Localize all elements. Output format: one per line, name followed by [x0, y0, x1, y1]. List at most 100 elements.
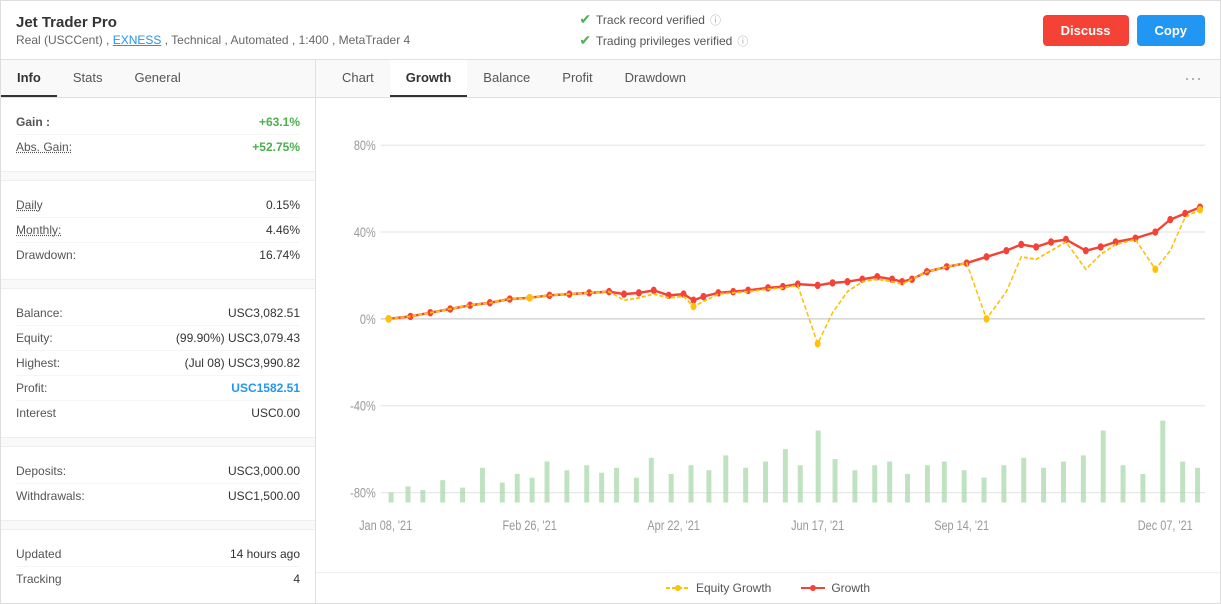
check-icon-2: ✔: [579, 32, 591, 49]
growth-chart: .grid-line { stroke: #e8e8e8; stroke-wid…: [331, 108, 1205, 567]
app-subtitle: Real (USCCent) , EXNESS , Technical , Au…: [16, 33, 479, 47]
withdrawals-value: USC1,500.00: [228, 489, 300, 503]
tab-growth[interactable]: Growth: [390, 60, 468, 97]
tab-chart[interactable]: Chart: [326, 60, 390, 97]
legend-growth: Growth: [801, 581, 870, 595]
right-panel: Chart Growth Balance Profit Drawdown ···…: [316, 60, 1220, 603]
tab-profit[interactable]: Profit: [546, 60, 608, 97]
monthly-label: Monthly:: [16, 223, 61, 237]
abs-gain-row: Abs. Gain: +52.75%: [16, 135, 300, 159]
drawdown-value: 16.74%: [259, 248, 300, 262]
balance-label: Balance:: [16, 306, 63, 320]
interest-row: Interest USC0.00: [16, 401, 300, 425]
withdrawals-row: Withdrawals: USC1,500.00: [16, 484, 300, 508]
svg-text:Jun 17, '21: Jun 17, '21: [791, 518, 844, 533]
left-panel: Info Stats General Gain : +63.1% Abs. Ga…: [1, 60, 316, 603]
abs-gain-label: Abs. Gain:: [16, 140, 72, 154]
tab-info[interactable]: Info: [1, 60, 57, 97]
tab-drawdown[interactable]: Drawdown: [609, 60, 702, 97]
profit-bars: [389, 421, 1200, 503]
highest-row: Highest: (Jul 08) USC3,990.82: [16, 351, 300, 376]
monthly-row: Monthly: 4.46%: [16, 218, 300, 243]
equity-value: (99.90%) USC3,079.43: [176, 331, 300, 345]
divider-2: [1, 279, 315, 289]
app-title: Jet Trader Pro: [16, 14, 479, 31]
growth-legend-label: Growth: [831, 581, 870, 595]
svg-text:0%: 0%: [360, 312, 376, 327]
info-tabs: Info Stats General: [1, 60, 315, 98]
updated-label: Updated: [16, 547, 61, 561]
track-record-text: Track record verified: [596, 13, 705, 27]
drawdown-row: Drawdown: 16.74%: [16, 243, 300, 267]
svg-text:Feb 26, '21: Feb 26, '21: [502, 518, 556, 533]
divider-3: [1, 437, 315, 447]
updated-value: 14 hours ago: [230, 547, 300, 561]
gain-label: Gain :: [16, 115, 50, 129]
stats-section-5: Updated 14 hours ago Tracking 4: [1, 530, 315, 603]
svg-text:40%: 40%: [354, 225, 376, 240]
growth-legend-icon: [801, 583, 825, 593]
tab-general[interactable]: General: [118, 60, 196, 97]
profit-label: Profit:: [16, 381, 47, 395]
check-icon-1: ✔: [579, 11, 591, 28]
main-container: Jet Trader Pro Real (USCCent) , EXNESS ,…: [0, 0, 1221, 604]
info-icon-1[interactable]: ⓘ: [710, 12, 721, 28]
daily-value: 0.15%: [266, 198, 300, 212]
divider-1: [1, 171, 315, 181]
svg-text:Sep 14, '21: Sep 14, '21: [934, 518, 989, 533]
divider-4: [1, 520, 315, 530]
highest-value: (Jul 08) USC3,990.82: [185, 356, 300, 370]
gain-row: Gain : +63.1%: [16, 110, 300, 135]
verification-badges: ✔ Track record verified ⓘ ✔ Trading priv…: [479, 11, 1042, 49]
info-icon-2[interactable]: ⓘ: [737, 33, 748, 49]
gain-value: +63.1%: [259, 115, 300, 129]
main-content: Info Stats General Gain : +63.1% Abs. Ga…: [1, 60, 1220, 603]
tab-balance[interactable]: Balance: [467, 60, 546, 97]
tracking-row: Tracking 4: [16, 567, 300, 591]
tracking-value: 4: [293, 572, 300, 586]
discuss-button[interactable]: Discuss: [1043, 15, 1129, 46]
interest-value: USC0.00: [251, 406, 300, 420]
equity-legend-label: Equity Growth: [696, 581, 771, 595]
more-options-icon[interactable]: ···: [1176, 63, 1210, 94]
svg-text:-80%: -80%: [350, 485, 376, 500]
svg-text:Jan 08, '21: Jan 08, '21: [359, 518, 412, 533]
legend-equity-growth: Equity Growth: [666, 581, 771, 595]
equity-line: [389, 210, 1200, 344]
exness-link[interactable]: EXNESS: [113, 33, 162, 47]
chart-tabs: Chart Growth Balance Profit Drawdown ···: [316, 60, 1220, 98]
stats-section-3: Balance: USC3,082.51 Equity: (99.90%) US…: [1, 289, 315, 437]
stats-section-2: Daily 0.15% Monthly: 4.46% Drawdown: 16.…: [1, 181, 315, 279]
header: Jet Trader Pro Real (USCCent) , EXNESS ,…: [1, 1, 1220, 60]
monthly-value: 4.46%: [266, 223, 300, 237]
chart-legend: Equity Growth Growth: [316, 572, 1220, 603]
svg-text:-40%: -40%: [350, 399, 376, 414]
svg-text:80%: 80%: [354, 138, 376, 153]
svg-text:Dec 07, '21: Dec 07, '21: [1138, 518, 1193, 533]
equity-label: Equity:: [16, 331, 53, 345]
interest-label: Interest: [16, 406, 56, 420]
profit-row: Profit: USC1582.51: [16, 376, 300, 401]
equity-row: Equity: (99.90%) USC3,079.43: [16, 326, 300, 351]
header-left: Jet Trader Pro Real (USCCent) , EXNESS ,…: [16, 14, 479, 47]
highest-label: Highest:: [16, 356, 60, 370]
tab-stats[interactable]: Stats: [57, 60, 119, 97]
daily-row: Daily 0.15%: [16, 193, 300, 218]
withdrawals-label: Withdrawals:: [16, 489, 85, 503]
updated-row: Updated 14 hours ago: [16, 542, 300, 567]
daily-label: Daily: [16, 198, 43, 212]
trading-privileges-badge: ✔ Trading privileges verified ⓘ: [579, 32, 748, 49]
equity-dots: [386, 206, 1203, 347]
trading-privileges-text: Trading privileges verified: [596, 34, 732, 48]
deposits-row: Deposits: USC3,000.00: [16, 459, 300, 484]
profit-value: USC1582.51: [231, 381, 300, 395]
tracking-label: Tracking: [16, 572, 62, 586]
track-record-badge: ✔ Track record verified ⓘ: [579, 11, 721, 28]
balance-row: Balance: USC3,082.51: [16, 301, 300, 326]
abs-gain-value: +52.75%: [252, 140, 300, 154]
svg-text:Apr 22, '21: Apr 22, '21: [647, 518, 700, 533]
stats-section-4: Deposits: USC3,000.00 Withdrawals: USC1,…: [1, 447, 315, 520]
copy-button[interactable]: Copy: [1137, 15, 1206, 46]
deposits-value: USC3,000.00: [228, 464, 300, 478]
drawdown-label: Drawdown:: [16, 248, 76, 262]
